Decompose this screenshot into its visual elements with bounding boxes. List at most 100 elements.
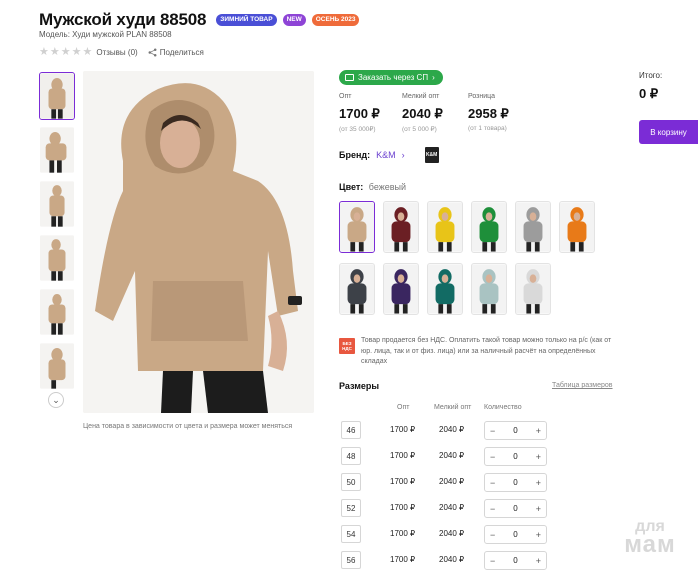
color-swatch[interactable] [515,201,551,253]
size-price-small-opt: 2040 ₽ [439,425,465,434]
price-retail: Розница 2958 ₽ (от 1 товара) [468,93,509,132]
quantity-value[interactable]: 0 [513,426,517,435]
thumbnail-6[interactable] [39,342,75,390]
no-vat-line2: НДС [342,346,352,351]
header-qty: Количество [484,404,522,411]
size-label: 46 [341,421,361,439]
size-table-link[interactable]: Таблица размеров [552,382,613,389]
color-swatch[interactable] [559,201,595,253]
color-swatch[interactable] [339,263,375,315]
brand-logo: K&M [424,147,439,163]
size-row: 54 1700 ₽ 2040 ₽ − 0 + [341,525,551,545]
size-price-opt: 1700 ₽ [390,425,416,434]
badge-new: NEW [282,14,306,26]
size-price-small-opt: 2040 ₽ [439,477,465,486]
color-value: бежевый [368,182,407,192]
quantity-value[interactable]: 0 [513,478,517,487]
size-price-opt: 1700 ₽ [390,503,416,512]
price-condition: (от 5 000 ₽) [402,126,437,133]
price-wholesale: Опт 1700 ₽ (от 35 000₽) [339,93,380,133]
quantity-stepper: − 0 + [484,525,547,544]
price-value: 2040 ₽ [402,106,443,121]
plus-icon[interactable]: + [536,556,541,566]
order-via-sp-label: Заказать через СП [358,73,429,82]
order-via-sp-button[interactable]: Заказать через СП › [339,70,443,85]
size-row: 46 1700 ₽ 2040 ₽ − 0 + [341,421,551,441]
chevron-right-icon: › [432,73,435,82]
minus-icon[interactable]: − [490,426,495,436]
thumbnail-1[interactable] [39,72,75,120]
hoodie-photo [83,71,314,413]
price-label: Розница [468,93,496,100]
plus-icon[interactable]: + [536,452,541,462]
quantity-stepper: − 0 + [484,551,547,570]
size-price-small-opt: 2040 ₽ [439,503,465,512]
reviews-link[interactable]: Отзывы (0) [96,48,137,57]
color-swatch[interactable] [471,263,507,315]
chevron-right-icon: › [401,150,405,160]
brand-link[interactable]: K&M [376,150,396,160]
price-label: Опт [339,93,352,100]
minus-icon[interactable]: − [490,504,495,514]
main-product-photo[interactable] [83,71,314,413]
size-row: 48 1700 ₽ 2040 ₽ − 0 + [341,447,551,467]
size-label: 56 [341,551,361,569]
minus-icon[interactable]: − [490,530,495,540]
thumbnail-2[interactable] [39,126,75,174]
color-swatch[interactable] [339,201,375,253]
color-swatch[interactable] [427,263,463,315]
size-row: 50 1700 ₽ 2040 ₽ − 0 + [341,473,551,493]
price-small-wholesale: Мелкий опт 2040 ₽ (от 5 000 ₽) [402,93,443,133]
star-icon: ★ [71,46,82,58]
plus-icon[interactable]: + [536,426,541,436]
size-label: 52 [341,499,361,517]
color-swatch[interactable] [515,263,551,315]
plus-icon[interactable]: + [536,504,541,514]
price-condition: (от 1 товара) [468,125,507,132]
thumbnail-4[interactable] [39,234,75,282]
share-label: Поделиться [159,47,204,57]
size-price-small-opt: 2040 ₽ [439,529,465,538]
color-label: Цвет: [339,182,364,192]
total-block: Итого: 0 ₽ [639,71,662,102]
size-price-opt: 1700 ₽ [390,555,416,564]
plus-icon[interactable]: + [536,530,541,540]
header-opt: Опт [397,404,410,411]
color-row: Цвет: бежевый [339,182,406,192]
rating-stars: ★ ★ ★ ★ ★ [39,46,93,58]
thumbnail-5[interactable] [39,288,75,336]
quantity-value[interactable]: 0 [513,530,517,539]
quantity-value[interactable]: 0 [513,504,517,513]
size-label: 48 [341,447,361,465]
share-button[interactable]: Поделиться [148,48,204,57]
quantity-value[interactable]: 0 [513,556,517,565]
price-value: 1700 ₽ [339,106,380,121]
brand-row: Бренд: K&M › K&M [339,147,439,163]
thumbnails-scroll-down[interactable]: ⌄ [48,392,64,408]
minus-icon[interactable]: − [490,556,495,566]
size-row: 52 1700 ₽ 2040 ₽ − 0 + [341,499,551,519]
color-swatch[interactable] [383,201,419,253]
quantity-stepper: − 0 + [484,499,547,518]
brand-label: Бренд: [339,150,371,160]
color-swatch[interactable] [471,201,507,253]
title-row: Мужской худи 88508 ЗИМНИЙ ТОВАР NEW ОСЕН… [39,10,360,30]
product-title: Мужской худи 88508 [39,10,207,29]
thumbnail-list [39,72,75,396]
add-to-cart-button[interactable]: В корзину [639,120,698,144]
minus-icon[interactable]: − [490,452,495,462]
thumbnail-3[interactable] [39,180,75,228]
total-value: 0 ₽ [639,86,659,101]
size-price-small-opt: 2040 ₽ [439,555,465,564]
header-small-opt: Мелкий опт [434,404,472,411]
color-swatch[interactable] [427,201,463,253]
color-swatch[interactable] [383,263,419,315]
quantity-stepper: − 0 + [484,421,547,440]
meta-row: ★ ★ ★ ★ ★ Отзывы (0) Поделиться [39,46,204,58]
sizes-title: Размеры [339,381,380,391]
star-icon: ★ [82,46,93,58]
quantity-value[interactable]: 0 [513,452,517,461]
plus-icon[interactable]: + [536,478,541,488]
minus-icon[interactable]: − [490,478,495,488]
quantity-stepper: − 0 + [484,447,547,466]
